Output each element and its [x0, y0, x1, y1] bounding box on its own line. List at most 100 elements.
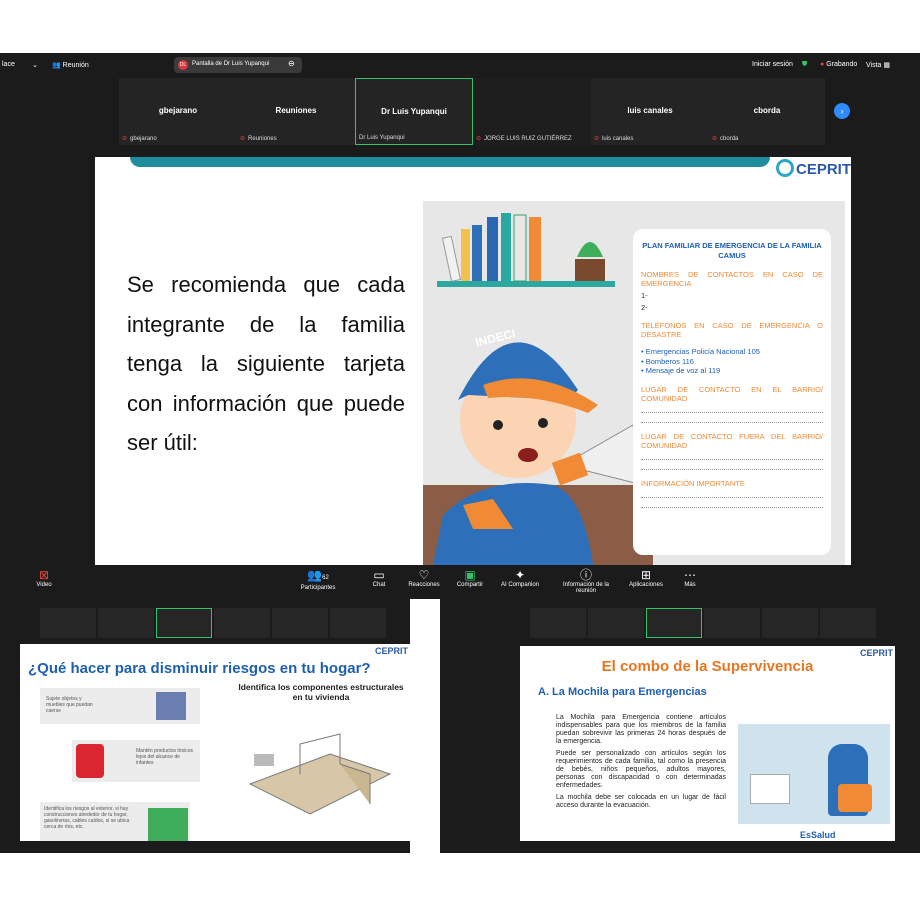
mini-tile [704, 608, 760, 638]
contact-line-2: 2- [641, 303, 648, 312]
tip-text: Identifica los riesgos al exterior, si h… [44, 806, 130, 830]
apps-icon: ⊞ [640, 568, 652, 582]
chat-button[interactable]: ▭ Chat [357, 568, 401, 588]
tip-text: Sujete objetos y muebles que puedan caer… [46, 696, 93, 714]
phone-voicemail: • Mensaje de voz al 119 [641, 366, 721, 375]
mochila-paragraph: La Mochila para Emergencia contiene artí… [556, 714, 726, 745]
header-bar [130, 157, 770, 167]
mini-tile-active [646, 608, 702, 638]
mini-participant-strip [530, 608, 890, 638]
share-indicator[interactable]: DL Pantalla de Dr Luis Yupanqui ⊖ [174, 57, 302, 73]
card-blank-line [641, 415, 823, 423]
participant-name: cborda [753, 106, 781, 115]
mini-tile-active [156, 608, 212, 638]
recording-indicator[interactable]: ● Grabando [820, 61, 857, 68]
indeci-character [423, 342, 653, 565]
mini-tile [214, 608, 270, 638]
shelf-icon [156, 692, 186, 720]
mic-muted-icon: ⊘ [476, 136, 482, 142]
participant-label: ⊘ cborda [712, 136, 739, 142]
presenter-avatar: DL [178, 60, 188, 70]
participant-strip: gbejarano ⊘ gbejarano Reuniones ⊘ Reunione… [119, 78, 825, 145]
video-off-icon: ⊠ [38, 568, 50, 582]
mochila-illustration [738, 724, 890, 824]
shield-icon: ⛊ [802, 61, 808, 68]
apps-button[interactable]: ⊞ Aplicaciones [624, 568, 668, 588]
backpack-icon [838, 784, 872, 812]
slide-body-text: Se recomienda que cada integrante de la … [127, 272, 405, 455]
mini-tile [330, 608, 386, 638]
card-title: PLAN FAMILIAR DE EMERGENCIA DE LA FAMILI… [642, 241, 822, 260]
participant-name: Reuniones [275, 106, 317, 115]
screenshot-thumbnail-right: El combo de la Supervivencia CEPRIT A. L… [440, 598, 920, 853]
phone-firefighters: • Bomberos 116 [641, 356, 694, 366]
illustration-panel: INDECI PLAN FAMILIAR DE EMERGENCIA DE LA… [423, 201, 845, 565]
essalud-logo: EsSalud [800, 830, 836, 840]
first-aid-kit-icon [750, 774, 790, 804]
mini-participant-strip [40, 608, 400, 638]
ai-companion-button[interactable]: ✦ AI Companion [498, 568, 542, 588]
participant-tile[interactable]: cborda ⊘ cborda [709, 78, 825, 145]
mini-tile [820, 608, 876, 638]
card-blank-line [641, 405, 823, 413]
mini-tile [40, 608, 96, 638]
mini-tile [762, 608, 818, 638]
participant-tile-active[interactable]: Dr Luis Yupanqui Dr Luis Yupanqui [355, 78, 473, 145]
heart-icon: ♡ [418, 568, 430, 582]
card-section-outside-place: LUGAR DE CONTACTO FUERA DEL BARRIO/ COMU… [641, 431, 823, 450]
zoom-top-bar: lace ⌄ 👥 Reunión DL Pantalla de Dr Luis … [0, 53, 920, 77]
meeting-toolbar: ⊠ Video 👥62 Participantes ▭ Chat ♡ Reaccione… [0, 565, 920, 599]
next-page-icon[interactable]: › [834, 103, 850, 119]
thumb-right-subtitle: A. La Mochila para Emergencias [538, 686, 707, 698]
card-blank-line [641, 500, 823, 508]
people-icon: 👥62 [307, 568, 329, 582]
info-icon: ⓘ [579, 568, 592, 582]
tip-text: Mantén productos tóxicos lejos del alcan… [136, 748, 193, 766]
participant-label: ⊘ JORGE LUIS RUIZ GUTIÉRREZ [476, 136, 572, 142]
more-button[interactable]: ⋯ Más [668, 568, 712, 588]
meeting-menu[interactable]: 👥 Reunión [52, 61, 89, 69]
participant-name: luis canales [627, 106, 673, 115]
sparkle-icon: ✦ [514, 568, 526, 582]
mochila-paragraph: Puede ser personalizado con artículos se… [556, 750, 726, 789]
card-blank-line [641, 452, 823, 460]
card-section-important: INFORMACIÓN IMPORTANTE [641, 478, 745, 488]
reactions-button[interactable]: ♡ Reacciones [402, 568, 446, 588]
mini-tile [272, 608, 328, 638]
gas-station-icon [148, 808, 188, 842]
share-options-icon[interactable]: ⊖ [288, 59, 295, 68]
signin-button[interactable]: Iniciar sesión [752, 61, 793, 68]
card-section-contacts: NOMBRES DE CONTACTOS EN CASO DE EMERGENC… [641, 270, 823, 288]
participant-label: Dr Luis Yupanqui [359, 135, 405, 141]
mic-muted-icon: ⊘ [122, 136, 128, 142]
participant-name: Dr Luis Yupanqui [381, 107, 447, 116]
participant-tile[interactable]: Reuniones ⊘ Reuniones [237, 78, 355, 145]
mic-muted-icon: ⊘ [712, 136, 718, 142]
meeting-info-button[interactable]: ⓘ Información de la reunión [560, 568, 612, 594]
mochila-paragraph: La mochila debe ser colocada en un lugar… [556, 794, 726, 809]
participant-tile[interactable]: gbejarano ⊘ gbejarano [119, 78, 237, 145]
participant-tile[interactable]: ⊘ JORGE LUIS RUIZ GUTIÉRREZ [473, 78, 591, 145]
mic-muted-icon: ⊘ [594, 136, 600, 142]
tip-card: Sujete objetos y muebles que puedan caer… [40, 688, 200, 724]
gas-can-icon [76, 744, 104, 778]
zoom-window: lace ⌄ 👥 Reunión DL Pantalla de Dr Luis … [0, 53, 920, 599]
video-button[interactable]: ⊠ Video [22, 568, 66, 588]
card-section-local-place: LUGAR DE CONTACTO EN EL BARRIO/ COMUNIDA… [641, 384, 823, 403]
participant-tile[interactable]: luis canales ⊘ luis canales [591, 78, 709, 145]
phone-police: • Emergencias Policía Nacional 105 [641, 347, 760, 356]
mic-muted-icon: ⊘ [240, 136, 246, 142]
chevron-down-icon[interactable]: ⌄ [32, 61, 38, 69]
thumb-right-title: El combo de la Supervivencia [601, 658, 814, 675]
card-section-phones: TELÉFONOS EN CASO DE EMERGENCIA O DESAST… [641, 321, 823, 339]
mini-tile [588, 608, 644, 638]
mini-toolbar [0, 841, 410, 853]
card-blank-line [641, 490, 823, 498]
share-button[interactable]: ▣ Compartir [448, 568, 492, 588]
participants-button[interactable]: 👥62 Participantes [296, 568, 340, 591]
view-button[interactable]: Vista ▦ [866, 61, 890, 69]
participant-name: gbejarano [158, 106, 198, 115]
ceprit-logo: CEPRIT [374, 646, 408, 656]
participant-label: ⊘ Reuniones [240, 136, 277, 142]
card-blank-line [641, 462, 823, 470]
